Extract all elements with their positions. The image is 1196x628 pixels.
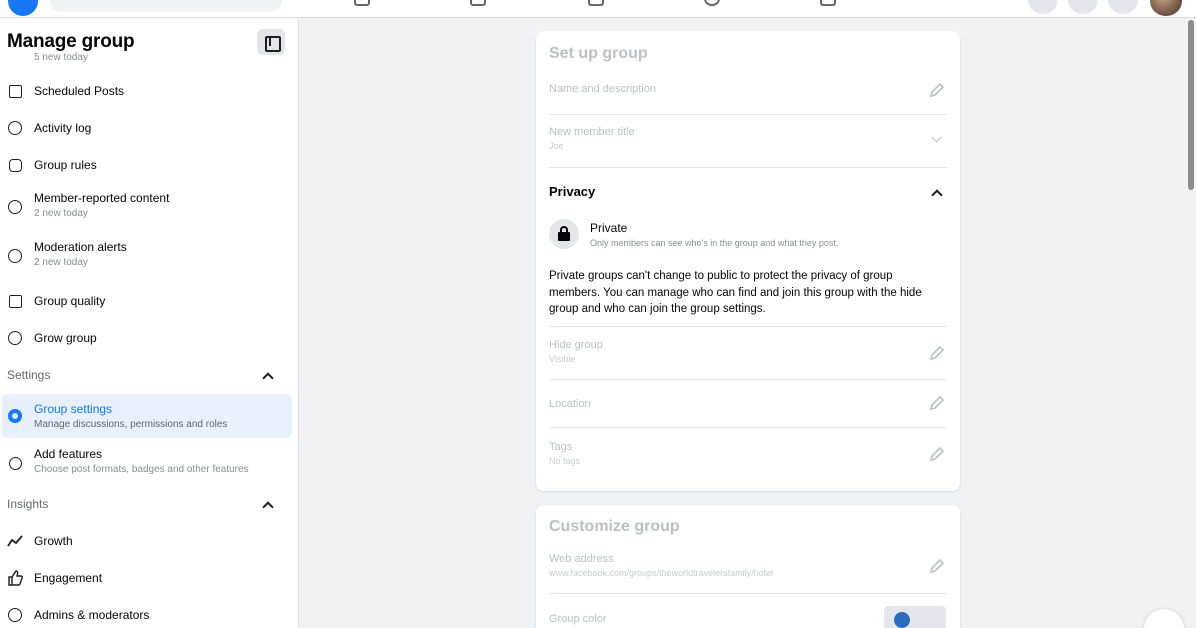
sidebar-item-member-reported-content[interactable]: Member-reported content 2 new today <box>0 188 292 224</box>
messenger-icon[interactable] <box>1068 0 1098 14</box>
divider <box>549 167 947 168</box>
new-member-title-row[interactable]: New member title Joe <box>549 126 947 158</box>
clock-icon <box>6 119 24 137</box>
sidebar-item-admins-moderators[interactable]: Admins & moderators <box>0 605 292 625</box>
settings-collapse-chevron-icon[interactable] <box>262 372 274 384</box>
divider <box>549 114 947 115</box>
privacy-section-title: Privacy <box>549 184 596 199</box>
edit-tags-pencil-icon[interactable] <box>928 445 946 463</box>
sidebar-item-engagement[interactable]: Engagement <box>0 568 292 588</box>
insights-section-header: Insights <box>7 497 49 511</box>
edit-web-address-pencil-icon[interactable] <box>928 557 946 575</box>
scrollbar[interactable] <box>1188 20 1194 190</box>
name-description-row[interactable]: Name and description <box>549 83 947 103</box>
groups-icon[interactable] <box>704 0 720 6</box>
admins-icon <box>6 606 24 624</box>
edit-name-pencil-icon[interactable] <box>928 81 946 99</box>
edit-hide-group-pencil-icon[interactable] <box>928 344 946 362</box>
privacy-name: Private <box>590 221 628 235</box>
sidebar-item-group-quality[interactable]: Group quality <box>0 291 292 311</box>
growth-icon <box>6 532 24 550</box>
location-row[interactable]: Location <box>549 398 947 418</box>
alert-icon <box>6 247 24 265</box>
divider <box>549 326 947 327</box>
gear-icon <box>6 407 24 425</box>
sidebar-collapse-icon[interactable] <box>257 29 285 55</box>
notifications-icon[interactable] <box>1108 0 1138 14</box>
sidebar-item-activity-log[interactable]: Activity log <box>0 118 292 138</box>
video-icon[interactable] <box>470 0 486 6</box>
pages-icon[interactable] <box>354 0 370 6</box>
rules-icon <box>6 156 24 174</box>
report-icon <box>6 198 24 216</box>
divider <box>549 593 947 594</box>
group-color-picker[interactable] <box>884 606 946 628</box>
privacy-collapse-chevron-icon[interactable] <box>931 189 943 201</box>
facebook-logo-icon[interactable] <box>8 0 38 16</box>
sidebar-item-moderation-alerts[interactable]: Moderation alerts 2 new today <box>0 237 292 273</box>
manage-group-sidebar: Manage group 5 new today Scheduled Posts… <box>0 18 299 628</box>
avatar[interactable] <box>1150 0 1182 16</box>
hide-group-row[interactable]: Hide group Visible <box>549 339 947 371</box>
color-swatch <box>894 612 910 628</box>
cut-off-subtitle: 5 new today <box>34 52 88 63</box>
setup-group-card: Set up group Name and description New me… <box>536 31 960 491</box>
features-icon <box>6 454 24 472</box>
tags-row[interactable]: Tags No tags <box>549 441 947 473</box>
sidebar-item-group-rules[interactable]: Group rules <box>0 155 292 175</box>
thumbs-up-icon <box>6 569 24 587</box>
settings-section-header: Settings <box>7 368 51 382</box>
menu-grid-icon[interactable] <box>1028 0 1058 14</box>
insights-collapse-chevron-icon[interactable] <box>262 501 274 513</box>
sidebar-item-scheduled-posts[interactable]: Scheduled Posts <box>0 81 292 101</box>
quality-icon <box>6 292 24 310</box>
customize-group-card: Customize group Web address www.facebook… <box>536 505 960 628</box>
sidebar-title: Manage group <box>7 31 135 52</box>
customize-card-title: Customize group <box>549 518 680 535</box>
sidebar-item-grow-group[interactable]: Grow group <box>0 328 292 348</box>
marketplace-icon[interactable] <box>588 0 604 6</box>
edit-location-pencil-icon[interactable] <box>928 394 946 412</box>
grow-icon <box>6 329 24 347</box>
sidebar-item-group-settings[interactable]: Group settings Manage discussions, permi… <box>2 394 292 438</box>
lock-icon <box>549 219 579 249</box>
search-input[interactable] <box>50 0 282 12</box>
gaming-icon[interactable] <box>820 0 836 6</box>
divider <box>549 427 947 428</box>
setup-card-title: Set up group <box>549 45 648 62</box>
divider <box>549 379 947 380</box>
web-address-row[interactable]: Web address www.facebook.com/groups/thew… <box>549 553 947 585</box>
calendar-icon <box>6 82 24 100</box>
privacy-explanation: Private groups can't change to public to… <box>549 270 922 315</box>
sidebar-item-add-features[interactable]: Add features Choose post formats, badges… <box>0 444 292 480</box>
privacy-description: Only members can see who's in the group … <box>590 238 839 248</box>
expand-icon[interactable] <box>1144 609 1184 628</box>
top-navigation-bar <box>0 0 1196 18</box>
sidebar-item-growth[interactable]: Growth <box>0 531 292 551</box>
